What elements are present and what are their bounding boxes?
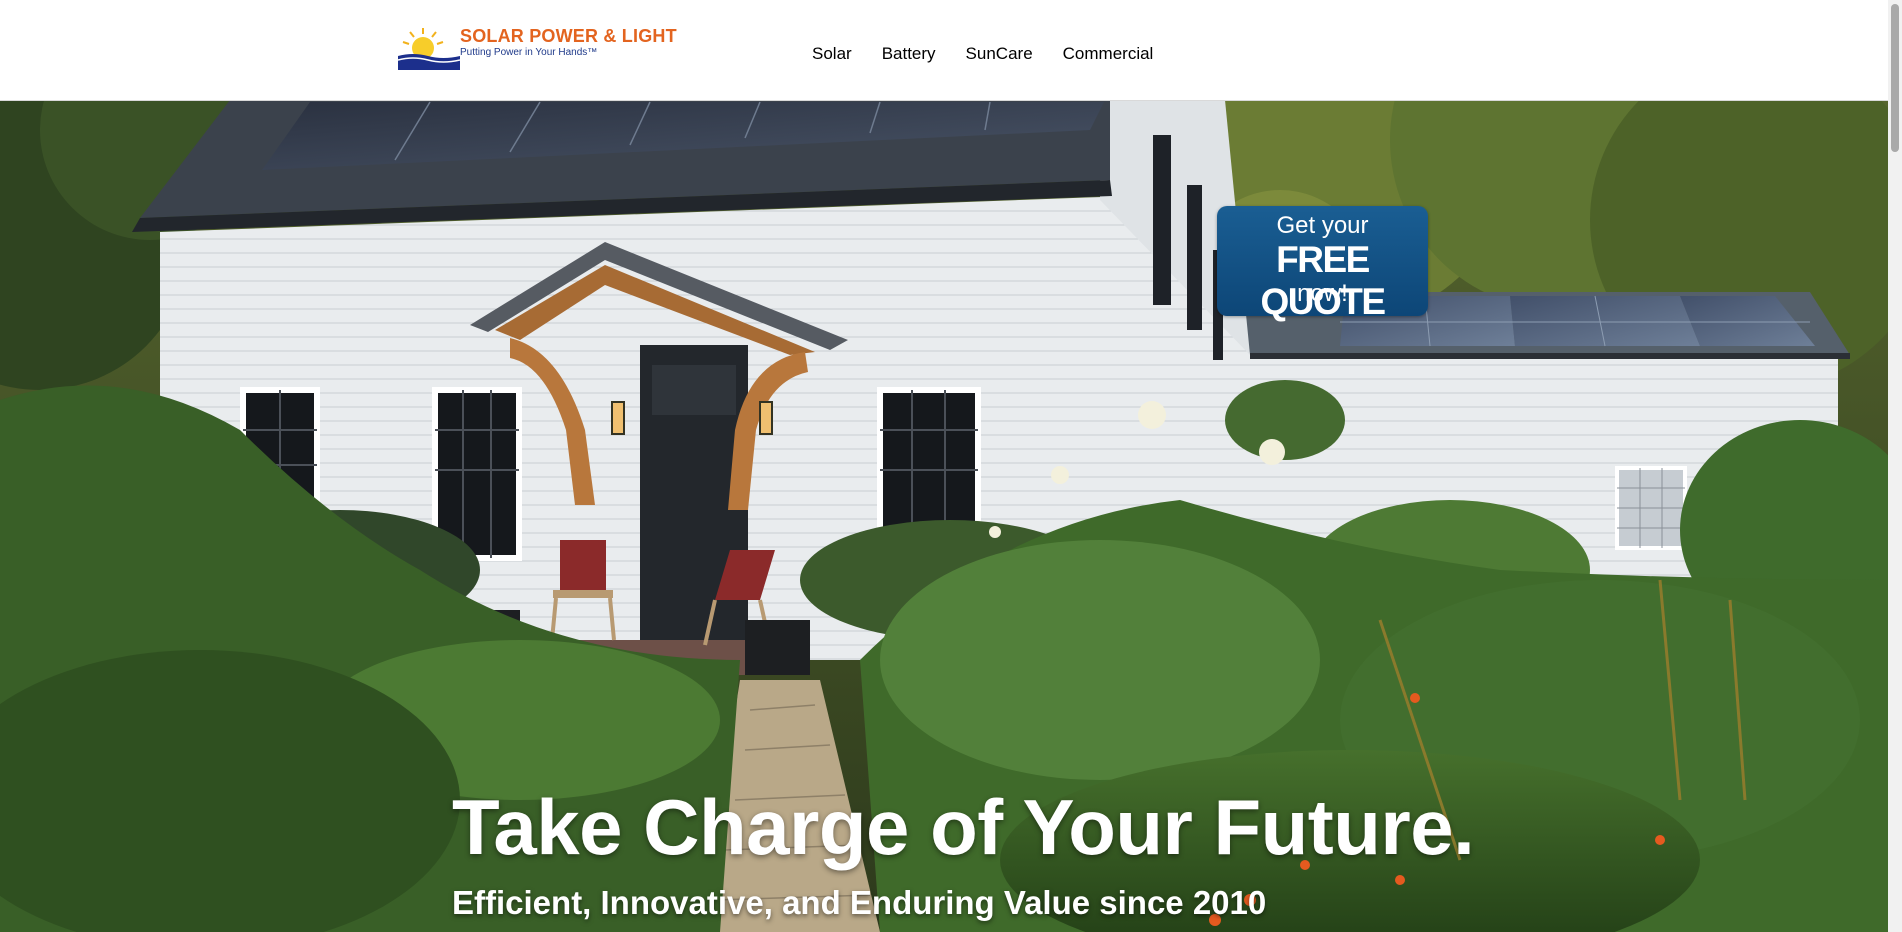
nav-suncare[interactable]: SunCare: [951, 44, 1048, 64]
hero-section: Get your FREE QUOTE now! Take Charge of …: [0, 100, 1888, 932]
hero-subheadline: Efficient, Innovative, and Enduring Valu…: [452, 884, 1267, 921]
nav-solar[interactable]: Solar: [812, 44, 867, 64]
hero-headline: Take Charge of Your Future.: [452, 783, 1475, 871]
vertical-scrollbar[interactable]: [1888, 0, 1902, 932]
scrollbar-thumb[interactable]: [1891, 4, 1899, 152]
brand-name: SOLAR POWER & LIGHT: [460, 26, 677, 46]
site-header: SOLAR POWER & LIGHT Putting Power in You…: [0, 0, 1888, 101]
nav-battery[interactable]: Battery: [867, 44, 951, 64]
free-quote-button[interactable]: Get your FREE QUOTE now!: [1217, 206, 1428, 322]
quote-line-1: Get your: [1276, 212, 1369, 239]
sun-over-water-logo-icon: [398, 28, 460, 70]
quote-line-3: now!: [1297, 280, 1348, 307]
nav-commercial[interactable]: Commercial: [1048, 44, 1169, 64]
brand-tagline: Putting Power in Your Hands™: [460, 47, 598, 58]
main-nav: Solar Battery SunCare Commercial: [812, 44, 1168, 64]
site-logo[interactable]: SOLAR POWER & LIGHT Putting Power in You…: [398, 24, 677, 72]
